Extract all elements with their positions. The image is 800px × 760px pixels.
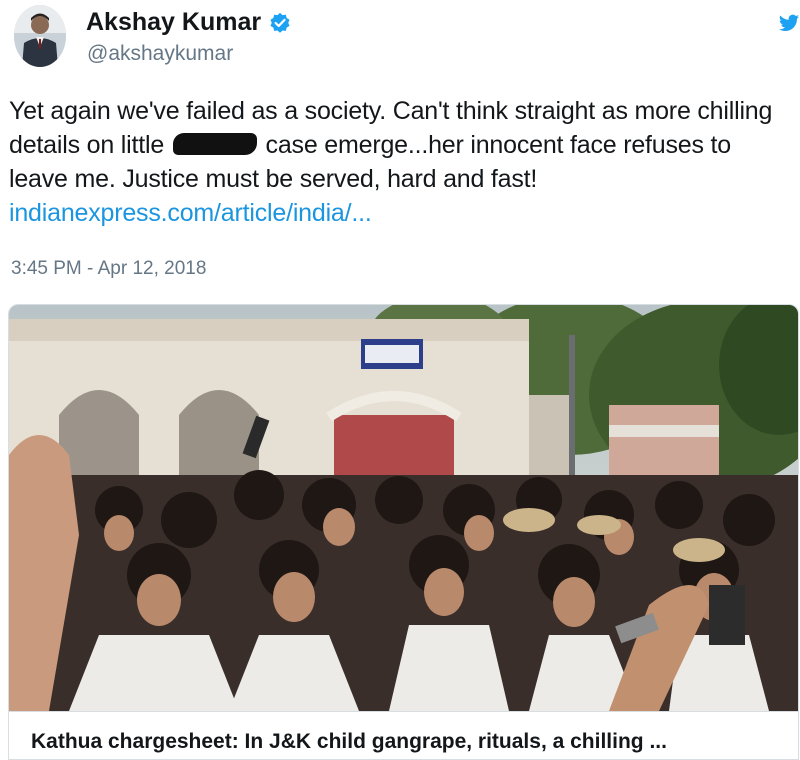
twitter-bird-icon[interactable] (778, 12, 800, 34)
author-handle[interactable]: @akshaykumar (87, 42, 233, 66)
card-image (9, 305, 798, 711)
tweet-link[interactable]: indianexpress.com/article/india/... (9, 199, 372, 227)
tweet-text: Yet again we've failed as a society. Can… (9, 94, 794, 230)
tweet-timestamp[interactable]: 3:45 PM - Apr 12, 2018 (11, 258, 206, 280)
author-display-name[interactable]: Akshay Kumar (86, 8, 261, 37)
verified-badge-icon (269, 12, 291, 34)
user-avatar[interactable] (14, 5, 66, 67)
card-title[interactable]: Kathua chargesheet: In J&K child gangrap… (9, 711, 798, 759)
link-card[interactable]: Kathua chargesheet: In J&K child gangrap… (8, 304, 799, 760)
tweet: Akshay Kumar @akshaykumar Yet again we'v… (0, 0, 800, 760)
redacted-name-mark (172, 133, 257, 156)
author-name-row: Akshay Kumar (86, 8, 291, 37)
